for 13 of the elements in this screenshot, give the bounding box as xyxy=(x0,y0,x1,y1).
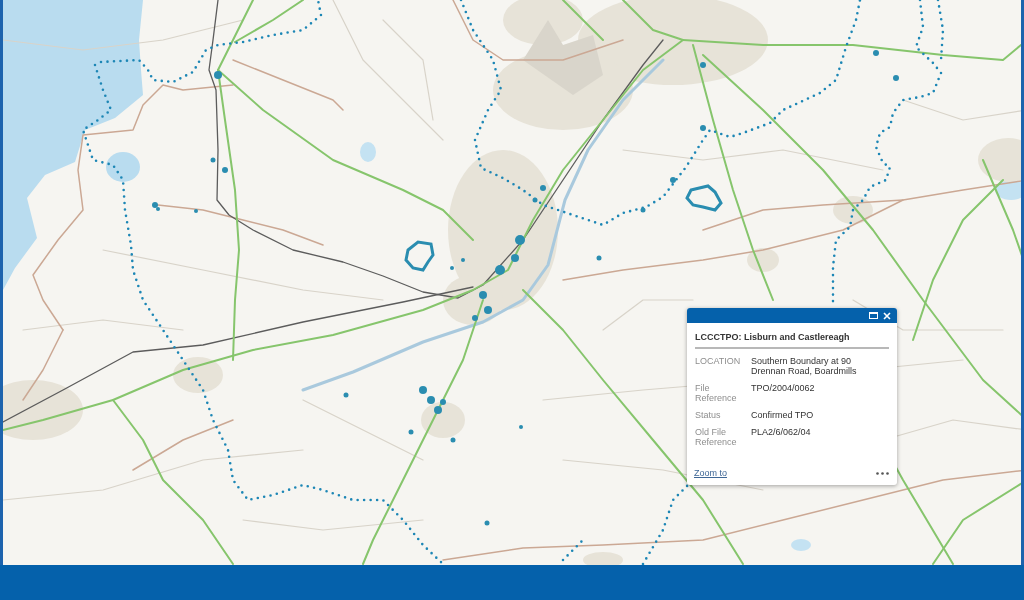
field-value: Confirmed TPO xyxy=(751,410,815,420)
field-label: Old File Reference xyxy=(695,427,738,447)
zoom-link[interactable]: Zoom to xyxy=(694,468,727,479)
field-label: LOCATION xyxy=(695,356,742,366)
close-icon[interactable] xyxy=(883,311,891,320)
maximize-icon[interactable] xyxy=(869,312,878,319)
field-value: TPO/2004/0062 xyxy=(751,383,816,393)
field-label: Status xyxy=(695,410,722,420)
field-value: PLA2/6/062/04 xyxy=(751,427,812,437)
field-value: Southern Boundary at 90 Drennan Road, Boardmills xyxy=(751,356,858,376)
popup-title: LCCCTPO: Lisburn and Castlereagh xyxy=(695,332,851,343)
field-label: File Reference xyxy=(695,383,738,403)
more-icon[interactable] xyxy=(876,472,889,475)
